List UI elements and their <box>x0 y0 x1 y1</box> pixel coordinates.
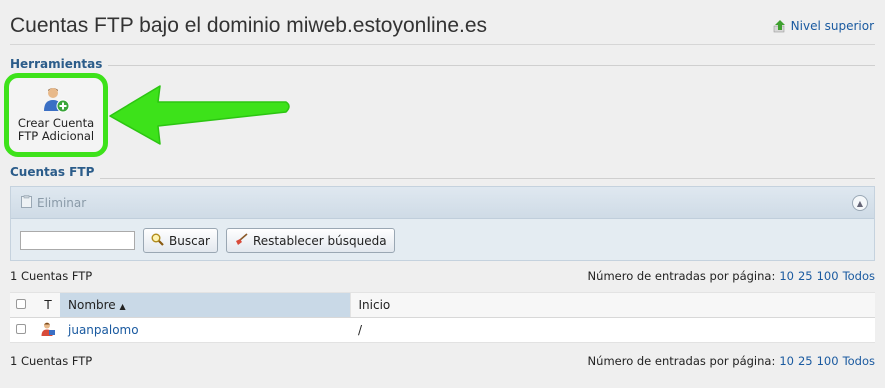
delete-action[interactable]: Eliminar <box>37 196 86 210</box>
accounts-count-top: 1 Cuentas FTP <box>10 269 93 283</box>
tools-section-label: Herramientas <box>10 57 109 71</box>
accounts-table: T Nombre ▲ Inicio juanpalomo / <box>10 292 875 343</box>
create-ftp-line2: FTP Adicional <box>17 129 95 143</box>
create-ftp-account-button[interactable]: Crear Cuenta FTP Adicional <box>4 73 108 157</box>
user-add-icon <box>41 85 71 115</box>
per-page-100[interactable]: 100 <box>817 269 839 283</box>
reset-button-label: Restablecer búsqueda <box>252 233 387 248</box>
row-select-cell <box>10 317 36 343</box>
accounts-divider <box>10 178 875 179</box>
per-page-all[interactable]: Todos <box>843 269 875 283</box>
title-divider <box>10 44 875 45</box>
panel-header: Eliminar <box>11 187 874 219</box>
arrow-up-icon <box>773 19 787 33</box>
row-type-cell <box>36 317 60 343</box>
row-name-cell: juanpalomo <box>60 317 350 343</box>
per-page-25[interactable]: 25 <box>798 269 813 283</box>
pointer-arrow-icon <box>109 85 290 145</box>
clipboard-icon <box>21 194 32 211</box>
per-page-label: Número de entradas por página: <box>587 269 776 283</box>
search-panel: Eliminar ▲ Buscar Restablecer búsqueda <box>10 186 875 261</box>
pager-bottom: Número de entradas por página: 10 25 100… <box>588 354 875 368</box>
collapse-icon[interactable]: ▲ <box>852 195 868 211</box>
pager-top: Número de entradas por página: 10 25 100… <box>588 269 875 283</box>
account-name-link[interactable]: juanpalomo <box>68 323 139 337</box>
search-button-label: Buscar <box>169 233 210 248</box>
up-level-label: Nivel superior <box>790 19 874 33</box>
select-all-checkbox[interactable] <box>16 299 26 309</box>
accounts-section-label: Cuentas FTP <box>10 165 101 179</box>
per-page-10-bottom[interactable]: 10 <box>779 354 794 368</box>
name-column-header[interactable]: Nombre ▲ <box>60 292 350 318</box>
row-home-cell: / <box>350 317 875 343</box>
accounts-count-bottom: 1 Cuentas FTP <box>10 354 93 368</box>
per-page-100-bottom[interactable]: 100 <box>817 354 839 368</box>
row-checkbox[interactable] <box>16 324 26 334</box>
select-all-cell <box>10 292 36 318</box>
sort-asc-icon: ▲ <box>119 302 126 311</box>
name-column-label: Nombre <box>68 298 116 312</box>
table-header-row: T Nombre ▲ Inicio <box>10 292 875 318</box>
per-page-all-bottom[interactable]: Todos <box>843 354 875 368</box>
broom-icon <box>234 232 248 249</box>
up-level-link[interactable]: Nivel superior <box>773 19 874 33</box>
magnifier-icon <box>151 233 164 249</box>
per-page-label-bottom: Número de entradas por página: <box>587 354 776 368</box>
search-button[interactable]: Buscar <box>143 228 218 253</box>
page-title: Cuentas FTP bajo el dominio miweb.estoyo… <box>10 14 488 37</box>
per-page-25-bottom[interactable]: 25 <box>798 354 813 368</box>
type-column-header[interactable]: T <box>36 292 60 318</box>
tools-divider <box>10 65 875 66</box>
user-icon <box>40 322 56 340</box>
table-row: juanpalomo / <box>10 317 875 343</box>
per-page-10[interactable]: 10 <box>779 269 794 283</box>
search-input[interactable] <box>20 231 135 250</box>
home-column-header[interactable]: Inicio <box>349 292 875 318</box>
reset-search-button[interactable]: Restablecer búsqueda <box>225 228 395 253</box>
